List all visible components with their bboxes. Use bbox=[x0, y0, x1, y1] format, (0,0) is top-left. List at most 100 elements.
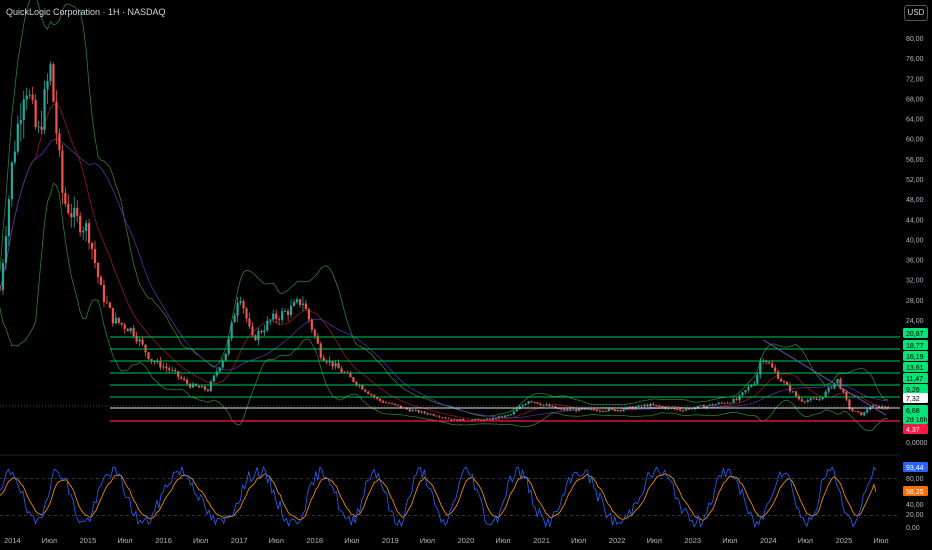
candle-body bbox=[583, 408, 587, 410]
candle-body bbox=[702, 405, 705, 408]
time-axis-label: 2019 bbox=[382, 536, 399, 545]
currency-button[interactable]: USD bbox=[904, 5, 928, 21]
candle-body bbox=[188, 383, 192, 388]
oscillator-axis-label: 20,00 bbox=[906, 512, 924, 519]
candle-body bbox=[610, 408, 613, 410]
candle-body bbox=[723, 402, 726, 404]
price-axis-label: 40,00 bbox=[906, 237, 924, 244]
candle-body bbox=[209, 381, 212, 392]
candle-body bbox=[726, 402, 729, 404]
candle-body bbox=[803, 401, 806, 403]
candle-body bbox=[462, 419, 465, 421]
candle-body bbox=[263, 330, 266, 333]
candle-body bbox=[738, 395, 741, 401]
candle-body bbox=[732, 399, 735, 403]
time-axis-label: Июл bbox=[873, 536, 888, 545]
time-axis-label: 2018 bbox=[306, 536, 323, 545]
candle-body bbox=[530, 401, 533, 403]
candle-body bbox=[589, 409, 593, 410]
candle-body bbox=[575, 409, 578, 412]
candle-body bbox=[269, 319, 272, 321]
candle-body bbox=[429, 414, 432, 415]
candle-body bbox=[82, 230, 85, 233]
candle-body bbox=[768, 362, 771, 364]
candle-body bbox=[108, 302, 111, 308]
candle-body bbox=[509, 414, 512, 416]
candle-body bbox=[705, 405, 708, 408]
candle-body bbox=[616, 410, 619, 412]
candle-body bbox=[396, 404, 400, 406]
candle-body bbox=[551, 406, 554, 408]
price-axis-label: 28,00 bbox=[906, 298, 924, 305]
candle-body bbox=[376, 397, 379, 399]
candle-body bbox=[49, 64, 52, 81]
candle-body bbox=[206, 389, 209, 392]
candle-body bbox=[304, 303, 307, 310]
candle-body bbox=[474, 419, 477, 420]
candle-body bbox=[756, 374, 759, 384]
oscillator-axis-label: 40,00 bbox=[906, 502, 924, 509]
candle-body bbox=[848, 399, 851, 409]
candle-body bbox=[527, 401, 530, 404]
band-lower bbox=[0, 182, 888, 432]
candle-body bbox=[4, 236, 8, 264]
candle-body bbox=[212, 375, 215, 382]
candle-body bbox=[827, 387, 830, 392]
time-axis-label: Июл bbox=[798, 536, 813, 545]
price-axis-label: 52,00 bbox=[906, 177, 924, 184]
candle-body bbox=[545, 404, 548, 406]
candle-body bbox=[260, 331, 263, 333]
candle-body bbox=[435, 415, 438, 417]
candle-body bbox=[248, 318, 251, 327]
candle-body bbox=[58, 133, 61, 151]
candle-body bbox=[96, 263, 100, 278]
candle-body bbox=[70, 213, 73, 218]
candle-body bbox=[438, 416, 441, 418]
time-axis-label: Июл bbox=[647, 536, 662, 545]
candle-body bbox=[696, 405, 700, 408]
candle-body bbox=[411, 410, 414, 412]
level-badge-text: 20,87 bbox=[906, 331, 924, 338]
candle-body bbox=[393, 403, 397, 405]
level-badge-text: 16,19 bbox=[906, 354, 924, 361]
candle-body bbox=[533, 401, 536, 403]
candle-body bbox=[423, 411, 426, 414]
candle-body bbox=[788, 384, 792, 392]
candle-body bbox=[622, 409, 625, 411]
candle-body bbox=[87, 223, 91, 243]
candle-body bbox=[364, 389, 367, 392]
candle-body bbox=[711, 404, 714, 406]
level-badge-text: 4,37 bbox=[906, 427, 920, 434]
candle-body bbox=[408, 409, 411, 412]
candle-body bbox=[25, 95, 28, 100]
candle-body bbox=[387, 402, 391, 404]
time-axis-label: Июл bbox=[42, 536, 57, 545]
candle-body bbox=[159, 360, 162, 368]
candle-body bbox=[815, 398, 818, 400]
level-badge-text: 2d 16h bbox=[906, 417, 928, 424]
time-axis[interactable]: 2014 Июл 2015 Июл 2016 Июл 2017 Июл 2018 Июл 2019 И… bbox=[4, 536, 889, 545]
price-axis-label: 80,00 bbox=[906, 36, 924, 43]
candle-body bbox=[257, 331, 260, 341]
candle-body bbox=[55, 101, 58, 134]
candle-body bbox=[310, 319, 313, 330]
time-axis-label: 2020 bbox=[458, 536, 475, 545]
chart-canvas[interactable]: 80,00 76,00 72,00 68,00 64,00 60,00 56,00 52,00… bbox=[0, 0, 932, 550]
candle-body bbox=[797, 396, 801, 400]
candle-body bbox=[390, 403, 394, 405]
trend-line-segment[interactable] bbox=[763, 339, 886, 416]
candle-body bbox=[284, 311, 287, 312]
candle-body bbox=[830, 387, 833, 389]
candle-body bbox=[239, 300, 242, 303]
candle-body bbox=[171, 369, 174, 371]
candle-body bbox=[750, 385, 753, 387]
level-badge-text: 13,61 bbox=[906, 365, 924, 372]
price-axis[interactable]: 80,00 76,00 72,00 68,00 64,00 60,00 56,00 52,00… bbox=[903, 36, 928, 447]
candle-body bbox=[800, 399, 803, 402]
candle-body bbox=[735, 399, 738, 401]
candle-body bbox=[417, 410, 420, 413]
candle-body bbox=[613, 409, 616, 412]
candle-body bbox=[708, 404, 711, 406]
candle-body bbox=[607, 408, 610, 412]
time-axis-label: Июл bbox=[495, 536, 510, 545]
